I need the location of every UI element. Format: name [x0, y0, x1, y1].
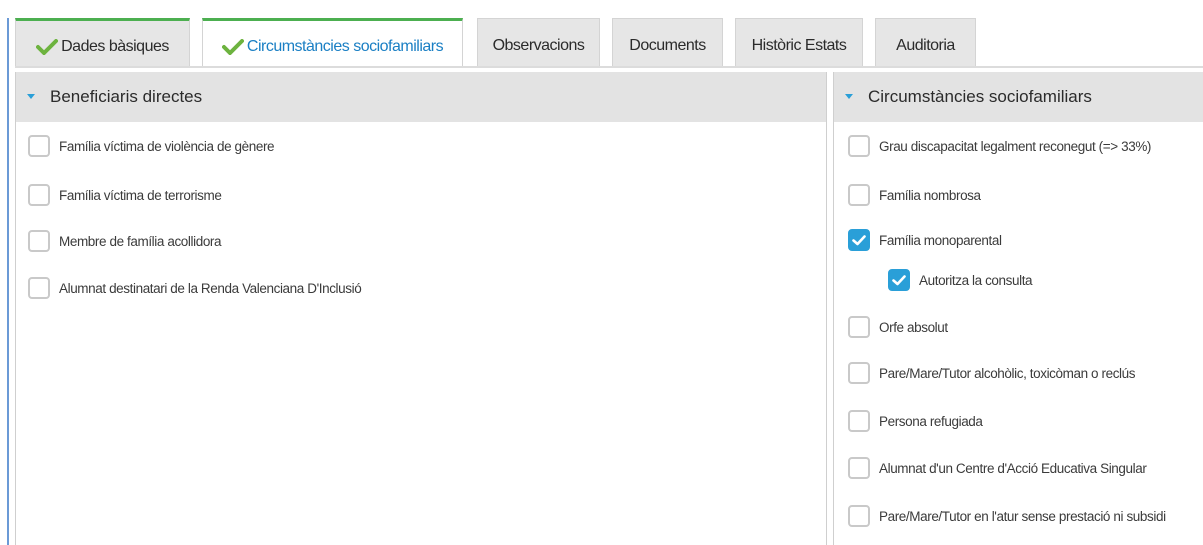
tab-label: Històric Estats	[751, 36, 847, 54]
caret-down-icon	[27, 94, 35, 99]
checkbox[interactable]	[888, 269, 910, 291]
checkbox-label: Alumnat d'un Centre d'Acció Educativa Si…	[879, 460, 1147, 476]
checkbox-label: Pare/Mare/Tutor alcohòlic, toxicòman o r…	[879, 365, 1136, 381]
checkbox-pare-alcoholic[interactable]: Pare/Mare/Tutor alcohòlic, toxicòman o r…	[848, 362, 1136, 384]
checkbox-persona-refugiada[interactable]: Persona refugiada	[848, 410, 983, 432]
tab-auditoria[interactable]: Auditoria	[875, 18, 976, 66]
tab-historic-estats[interactable]: Històric Estats	[735, 18, 863, 66]
checkbox[interactable]	[28, 135, 50, 157]
panel-title: Beneficiaris directes	[50, 87, 203, 106]
checkbox[interactable]	[848, 316, 870, 338]
checkbox[interactable]	[28, 277, 50, 299]
check-icon	[221, 39, 244, 55]
tab-label: Observacions	[492, 36, 585, 54]
checkbox-label: Autoritza la consulta	[919, 272, 1033, 288]
checkbox-atur-sense-prestacio[interactable]: Pare/Mare/Tutor en l'atur sense prestaci…	[848, 505, 1166, 527]
panel-header[interactable]: Beneficiaris directes	[16, 72, 826, 122]
checkbox-renda-valenciana[interactable]: Alumnat destinatari de la Renda Valencia…	[28, 277, 362, 299]
caret-down-icon	[845, 94, 853, 99]
checkbox[interactable]	[848, 505, 870, 527]
checkbox-familia-acollidora[interactable]: Membre de família acollidora	[28, 230, 222, 252]
checkbox[interactable]	[848, 184, 870, 206]
checkbox[interactable]	[848, 135, 870, 157]
checkbox-label: Grau discapacitat legalment reconegut (=…	[879, 138, 1152, 154]
checkbox-label: Família nombrosa	[879, 187, 981, 203]
checkbox-violencia-genere[interactable]: Família víctima de violència de gènere	[28, 135, 275, 157]
tab-documents[interactable]: Documents	[612, 18, 723, 66]
checkbox-label: Orfe absolut	[879, 319, 948, 335]
checkbox-centre-accio-educativa[interactable]: Alumnat d'un Centre d'Acció Educativa Si…	[848, 457, 1147, 479]
checkbox-label: Família monoparental	[879, 232, 1002, 248]
checkbox-label: Membre de família acollidora	[59, 233, 222, 249]
check-icon	[36, 38, 59, 55]
tab-dades-basiques[interactable]: Dades bàsiques	[15, 18, 190, 66]
checkbox-autoritza-consulta[interactable]: Autoritza la consulta	[888, 269, 1033, 291]
checkbox[interactable]	[848, 229, 870, 251]
checkbox-orfe-absolut[interactable]: Orfe absolut	[848, 316, 948, 338]
checkbox-label: Persona refugiada	[879, 413, 983, 429]
checkbox-label: Família víctima de terrorisme	[59, 187, 222, 203]
panel-header[interactable]: Circumstàncies sociofamiliars	[834, 72, 1203, 122]
panel-title: Circumstàncies sociofamiliars	[868, 87, 1092, 106]
checkbox-grau-discapacitat[interactable]: Grau discapacitat legalment reconegut (=…	[848, 135, 1151, 157]
checkbox-label: Família víctima de violència de gènere	[59, 138, 275, 154]
check-icon	[852, 234, 866, 245]
checkbox[interactable]	[28, 230, 50, 252]
checkbox[interactable]	[848, 410, 870, 432]
left-border-rule	[7, 18, 9, 545]
tab-underline	[15, 66, 1203, 68]
checkbox-familia-nombrosa[interactable]: Família nombrosa	[848, 184, 981, 206]
checkbox-label: Pare/Mare/Tutor en l'atur sense prestaci…	[879, 508, 1166, 524]
checkbox-label: Alumnat destinatari de la Renda Valencia…	[59, 280, 362, 296]
checkbox[interactable]	[848, 362, 870, 384]
tab-label: Documents	[629, 36, 706, 54]
circumstancies-sociofamiliars-panel: Circumstàncies sociofamiliars Grau disca…	[833, 72, 1203, 545]
tab-label: Dades bàsiques	[61, 37, 169, 55]
tab-bar: Dades bàsiques Circumstàncies sociofamil…	[15, 18, 1203, 67]
checkbox[interactable]	[848, 457, 870, 479]
tab-label: Circumstàncies sociofamiliars	[246, 38, 444, 55]
checkbox[interactable]	[28, 184, 50, 206]
tab-circumstancies-sociofamiliars[interactable]: Circumstàncies sociofamiliars	[202, 18, 463, 67]
checkbox-familia-monoparental[interactable]: Família monoparental	[848, 229, 1002, 251]
beneficiaris-directes-panel: Beneficiaris directes Família víctima de…	[15, 72, 827, 545]
tab-observacions[interactable]: Observacions	[477, 18, 600, 66]
check-icon	[892, 274, 906, 285]
tab-label: Auditoria	[896, 36, 955, 54]
checkbox-terrorisme[interactable]: Família víctima de terrorisme	[28, 184, 222, 206]
